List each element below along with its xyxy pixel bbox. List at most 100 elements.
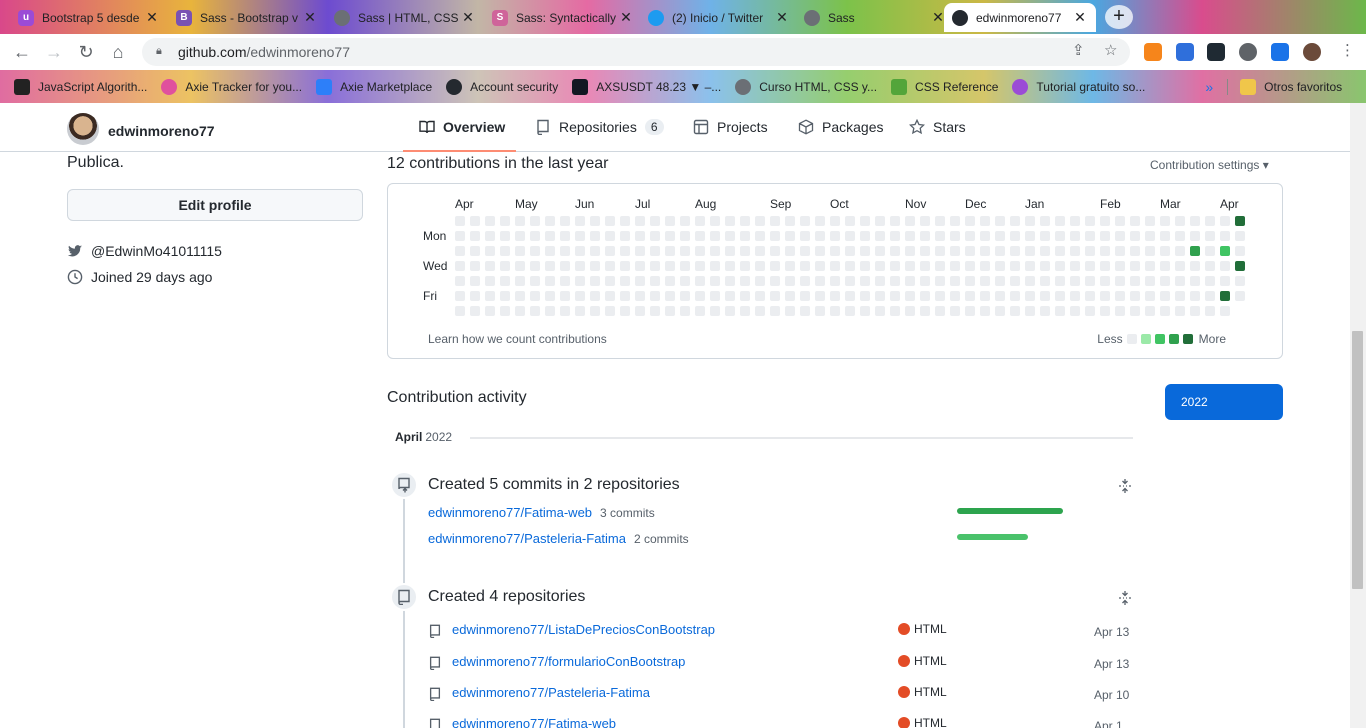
contribution-day-cell[interactable] bbox=[935, 216, 945, 226]
contribution-day-cell[interactable] bbox=[650, 261, 660, 271]
contribution-day-cell[interactable] bbox=[500, 231, 510, 241]
contribution-day-cell[interactable] bbox=[800, 231, 810, 241]
contribution-day-cell[interactable] bbox=[1040, 231, 1050, 241]
contribution-day-cell[interactable] bbox=[770, 231, 780, 241]
contribution-day-cell[interactable] bbox=[890, 246, 900, 256]
contribution-day-cell[interactable] bbox=[590, 291, 600, 301]
contribution-day-cell[interactable] bbox=[1220, 231, 1230, 241]
contribution-day-cell[interactable] bbox=[755, 291, 765, 301]
contribution-day-cell[interactable] bbox=[740, 261, 750, 271]
contribution-day-cell[interactable] bbox=[695, 306, 705, 316]
contribution-day-cell[interactable] bbox=[1010, 291, 1020, 301]
contribution-day-cell[interactable] bbox=[1085, 276, 1095, 286]
contribution-day-cell[interactable] bbox=[1025, 306, 1035, 316]
contribution-day-cell[interactable] bbox=[500, 291, 510, 301]
contribution-day-cell[interactable] bbox=[845, 306, 855, 316]
contribution-day-cell[interactable] bbox=[1025, 276, 1035, 286]
close-tab-icon[interactable]: ✕ bbox=[460, 9, 476, 26]
contribution-day-cell[interactable] bbox=[605, 216, 615, 226]
contribution-day-cell[interactable] bbox=[1235, 276, 1245, 286]
contribution-day-cell[interactable] bbox=[935, 276, 945, 286]
contribution-day-cell[interactable] bbox=[620, 291, 630, 301]
contribution-day-cell[interactable] bbox=[980, 246, 990, 256]
contribution-day-cell[interactable] bbox=[590, 261, 600, 271]
contribution-day-cell[interactable] bbox=[1070, 216, 1080, 226]
contribution-day-cell[interactable] bbox=[1085, 291, 1095, 301]
contribution-day-cell[interactable] bbox=[890, 276, 900, 286]
contribution-day-cell[interactable] bbox=[1085, 306, 1095, 316]
contribution-day-cell[interactable] bbox=[500, 276, 510, 286]
contribution-day-cell[interactable] bbox=[815, 231, 825, 241]
contribution-day-cell[interactable] bbox=[485, 306, 495, 316]
contribution-day-cell[interactable] bbox=[710, 276, 720, 286]
contribution-day-cell[interactable] bbox=[530, 216, 540, 226]
fold-icon[interactable] bbox=[1117, 478, 1133, 494]
contribution-day-cell[interactable] bbox=[845, 246, 855, 256]
fold-icon[interactable] bbox=[1117, 590, 1133, 606]
contribution-day-cell[interactable] bbox=[1070, 291, 1080, 301]
contribution-day-cell[interactable] bbox=[770, 261, 780, 271]
contribution-day-cell[interactable] bbox=[530, 306, 540, 316]
contribution-day-cell[interactable] bbox=[830, 216, 840, 226]
contribution-day-cell[interactable] bbox=[455, 261, 465, 271]
contribution-day-cell[interactable] bbox=[860, 216, 870, 226]
contribution-day-cell[interactable] bbox=[890, 261, 900, 271]
forward-arrow-icon[interactable]: → bbox=[42, 40, 66, 64]
contribution-day-cell[interactable] bbox=[1235, 246, 1245, 256]
contribution-day-cell[interactable] bbox=[1220, 246, 1230, 256]
contribution-day-cell[interactable] bbox=[485, 291, 495, 301]
contribution-day-cell[interactable] bbox=[1070, 246, 1080, 256]
contribution-day-cell[interactable] bbox=[1070, 276, 1080, 286]
contribution-day-cell[interactable] bbox=[500, 216, 510, 226]
contribution-day-cell[interactable] bbox=[680, 216, 690, 226]
contribution-day-cell[interactable] bbox=[1055, 306, 1065, 316]
contribution-day-cell[interactable] bbox=[1070, 231, 1080, 241]
contribution-day-cell[interactable] bbox=[920, 291, 930, 301]
contribution-day-cell[interactable] bbox=[980, 291, 990, 301]
contribution-day-cell[interactable] bbox=[890, 216, 900, 226]
contribution-day-cell[interactable] bbox=[695, 261, 705, 271]
contribution-day-cell[interactable] bbox=[965, 231, 975, 241]
contribution-day-cell[interactable] bbox=[575, 246, 585, 256]
metamask-extension-icon[interactable] bbox=[1144, 43, 1162, 61]
contribution-day-cell[interactable] bbox=[770, 216, 780, 226]
contribution-day-cell[interactable] bbox=[1130, 216, 1140, 226]
contribution-day-cell[interactable] bbox=[920, 216, 930, 226]
contribution-day-cell[interactable] bbox=[1010, 231, 1020, 241]
contribution-day-cell[interactable] bbox=[455, 231, 465, 241]
contribution-day-cell[interactable] bbox=[890, 291, 900, 301]
contribution-day-cell[interactable] bbox=[455, 306, 465, 316]
contribution-day-cell[interactable] bbox=[665, 261, 675, 271]
contribution-day-cell[interactable] bbox=[530, 261, 540, 271]
contribution-day-cell[interactable] bbox=[515, 291, 525, 301]
contribution-day-cell[interactable] bbox=[1115, 261, 1125, 271]
contribution-day-cell[interactable] bbox=[800, 216, 810, 226]
other-bookmarks-folder[interactable]: Otros favoritos bbox=[1227, 78, 1342, 95]
contribution-day-cell[interactable] bbox=[485, 261, 495, 271]
contribution-day-cell[interactable] bbox=[1205, 276, 1215, 286]
contribution-day-cell[interactable] bbox=[980, 261, 990, 271]
address-bar[interactable]: 🔒︎ github.com/edwinmoreno77 bbox=[142, 38, 1130, 66]
contribution-day-cell[interactable] bbox=[1220, 276, 1230, 286]
contribution-day-cell[interactable] bbox=[950, 261, 960, 271]
contribution-day-cell[interactable] bbox=[905, 246, 915, 256]
contribution-day-cell[interactable] bbox=[560, 216, 570, 226]
contribution-day-cell[interactable] bbox=[560, 246, 570, 256]
bookmark-item[interactable]: Axie Tracker for you... bbox=[161, 78, 302, 95]
close-tab-icon[interactable]: ✕ bbox=[618, 9, 634, 26]
bookmark-item[interactable]: JavaScript Algorith... bbox=[14, 78, 147, 95]
contribution-day-cell[interactable] bbox=[575, 291, 585, 301]
contribution-day-cell[interactable] bbox=[1040, 291, 1050, 301]
contribution-day-cell[interactable] bbox=[1115, 306, 1125, 316]
contribution-day-cell[interactable] bbox=[500, 306, 510, 316]
contribution-day-cell[interactable] bbox=[950, 306, 960, 316]
contribution-day-cell[interactable] bbox=[920, 231, 930, 241]
contribution-day-cell[interactable] bbox=[1025, 231, 1035, 241]
contribution-day-cell[interactable] bbox=[1070, 306, 1080, 316]
contribution-day-cell[interactable] bbox=[950, 291, 960, 301]
contribution-day-cell[interactable] bbox=[515, 231, 525, 241]
contribution-day-cell[interactable] bbox=[935, 261, 945, 271]
contribution-day-cell[interactable] bbox=[605, 231, 615, 241]
contribution-day-cell[interactable] bbox=[815, 246, 825, 256]
contribution-day-cell[interactable] bbox=[725, 246, 735, 256]
